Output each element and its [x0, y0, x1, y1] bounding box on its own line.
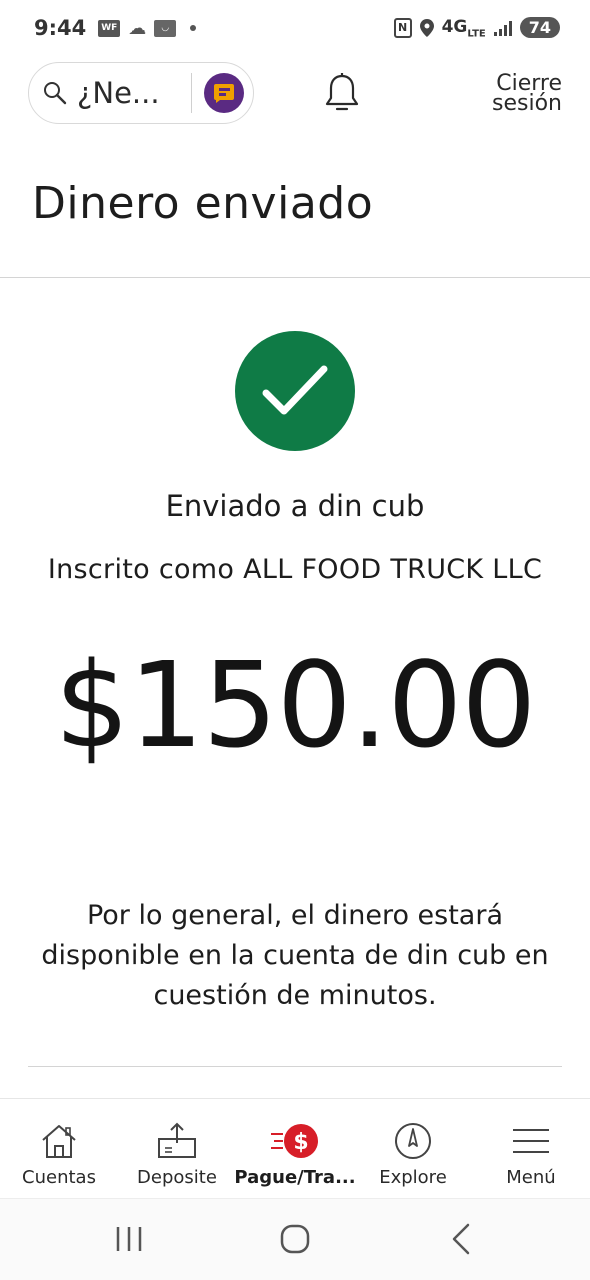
wf-app-icon: WF: [98, 19, 121, 37]
nav-label: Menú: [506, 1167, 556, 1188]
nav-item-explore[interactable]: Explore: [354, 1099, 472, 1198]
enrolled-as-text: Inscrito como ALL FOOD TRUCK LLC: [47, 554, 543, 585]
house-icon: [42, 1125, 76, 1158]
svg-text:$: $: [293, 1130, 308, 1155]
system-nav-bar: [0, 1198, 590, 1280]
signout-button[interactable]: Cierre sesión: [492, 73, 562, 116]
fargo-assistant-icon[interactable]: [204, 73, 244, 113]
network-indicator: 4GLTE: [441, 16, 486, 40]
status-bar: 9:44 WF ☁ ◡ N 4GLTE 74: [0, 0, 590, 56]
notifications-bell-icon[interactable]: [323, 72, 361, 116]
search-icon: [44, 82, 67, 105]
pay-transfer-icon: $: [271, 1124, 318, 1158]
nav-item-cuentas[interactable]: Cuentas: [0, 1099, 118, 1198]
amount-sent: $150.00: [54, 636, 537, 774]
divider: [28, 1066, 562, 1067]
app-header: ¿Ne... Cierre sesión: [0, 62, 590, 126]
recipient-text: Enviado a din cub: [165, 489, 425, 523]
compass-icon: [395, 1123, 431, 1159]
nav-label: Explore: [379, 1167, 447, 1188]
nav-item-menu[interactable]: Menú: [472, 1099, 590, 1198]
location-icon: [419, 18, 434, 37]
status-time: 9:44: [34, 16, 87, 40]
battery-indicator: 74: [519, 17, 560, 39]
signout-label-line2: sesión: [492, 91, 562, 116]
page-title: Dinero enviado: [32, 178, 374, 229]
deposit-icon: [158, 1122, 196, 1158]
nav-label: Cuentas: [22, 1167, 96, 1188]
search-bar[interactable]: ¿Ne...: [28, 62, 254, 124]
nav-item-pague-transfiera[interactable]: $ Pague/Tra...: [234, 1099, 356, 1198]
home-icon[interactable]: [275, 1219, 315, 1259]
nav-label: Pague/Tra...: [234, 1167, 356, 1188]
cloud-icon: ☁: [128, 17, 147, 39]
notification-app-icon: ◡: [154, 19, 177, 37]
availability-note: Por lo general, el dinero estará disponi…: [41, 900, 549, 1011]
signal-icon: [493, 20, 512, 36]
search-divider: [191, 73, 192, 113]
success-check-icon: [235, 331, 355, 451]
nav-item-deposite[interactable]: Deposite: [118, 1099, 236, 1198]
chat-bubble-icon: [214, 84, 234, 103]
more-notifications-icon: [190, 25, 197, 31]
recents-icon[interactable]: [114, 1219, 144, 1259]
divider: [0, 277, 590, 278]
hamburger-menu-icon: [513, 1129, 549, 1153]
search-input[interactable]: ¿Ne...: [77, 76, 177, 110]
nav-label: Deposite: [137, 1167, 217, 1188]
checkmark-icon: [262, 365, 328, 415]
bottom-nav: Cuentas Deposite $ Pague/Tra... Explore: [0, 1098, 590, 1198]
nfc-icon: N: [393, 17, 412, 38]
back-icon[interactable]: [446, 1219, 476, 1259]
